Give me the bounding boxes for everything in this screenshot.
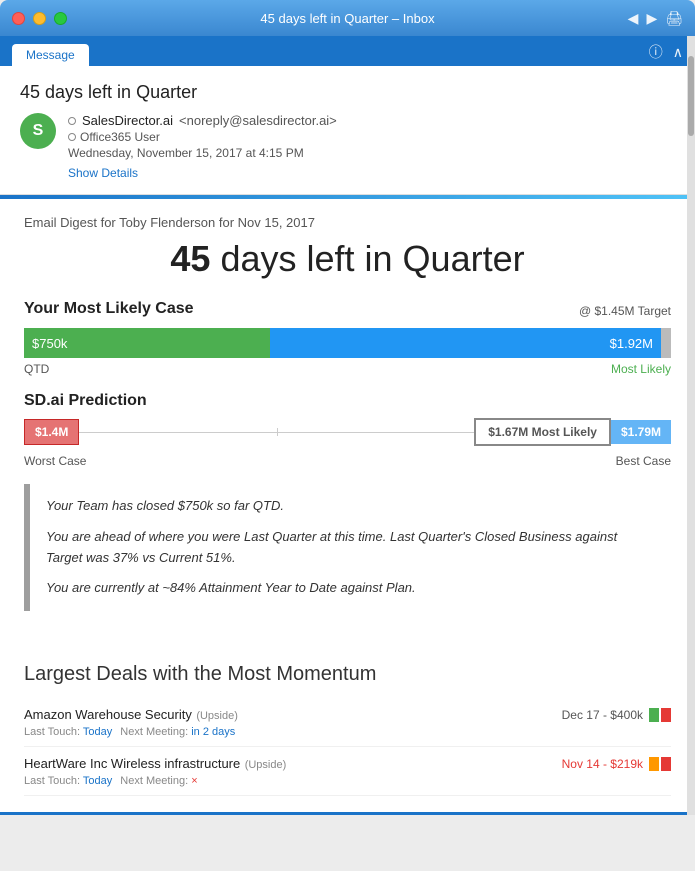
prediction-bar: $1.4M $1.67M Most Likely $1.79M [24, 418, 671, 446]
progress-bar: $750k $1.92M [24, 328, 671, 358]
deal-meta-right: Nov 14 - $219k [562, 757, 671, 771]
org-dot [68, 133, 76, 141]
deal-date-amount: Dec 17 - $400k [562, 708, 643, 722]
email-date: Wednesday, November 15, 2017 at 4:15 PM [68, 146, 675, 160]
deal-bars [649, 757, 671, 771]
deal-date-amount: Nov 14 - $219k [562, 757, 643, 771]
bar-red [661, 708, 671, 722]
expand-icon[interactable]: ∧ [673, 44, 683, 61]
title-bar: 45 days left in Quarter – Inbox ◀ ▶ 🖨 [0, 0, 695, 36]
window-title: 45 days left in Quarter – Inbox [260, 11, 434, 26]
sender-org: Office365 User [68, 130, 675, 144]
deal-meta: Last Touch: Today Next Meeting: in 2 day… [24, 726, 671, 738]
show-details-link[interactable]: Show Details [68, 166, 138, 180]
bar-orange [649, 757, 659, 771]
deal-upside: (Upside) [196, 710, 238, 722]
deal-bars [649, 708, 671, 722]
title-bar-right: ◀ ▶ 🖨 [628, 10, 683, 27]
deal-row-top: HeartWare Inc Wireless infrastructure (U… [24, 755, 671, 773]
prediction-section: SD.ai Prediction $1.4M $1.67M Most Likel… [24, 392, 671, 468]
best-case-label: Best Case [616, 454, 671, 468]
deal-upside: (Upside) [245, 759, 287, 771]
bar-green [649, 708, 659, 722]
deal-row: HeartWare Inc Wireless infrastructure (U… [24, 747, 671, 796]
main-headline: 45 days left in Quarter [24, 238, 671, 280]
sender-info: SalesDirector.ai <noreply@salesdirector.… [68, 113, 675, 182]
next-meeting-link[interactable]: in 2 days [191, 726, 235, 738]
deal-name: Amazon Warehouse Security [24, 707, 192, 722]
bar-red [661, 757, 671, 771]
tab-message[interactable]: Message [12, 44, 89, 66]
text2: You are ahead of where you were Last Qua… [46, 527, 655, 569]
text-block: Your Team has closed $750k so far QTD. Y… [24, 484, 671, 611]
help-icon[interactable]: ⓘ [649, 42, 663, 62]
avatar: S [20, 113, 56, 149]
last-touch-link[interactable]: Today [83, 775, 112, 787]
print-icon[interactable]: 🖨 [665, 10, 683, 27]
pred-most-likely-value: $1.67M Most Likely [474, 418, 611, 446]
maximize-button[interactable] [54, 12, 67, 25]
deal-meta-right: Dec 17 - $400k [562, 708, 671, 722]
headline-number: 45 [170, 238, 210, 279]
pred-labels: Worst Case Best Case [24, 454, 671, 468]
qtd-row: QTD Most Likely [24, 362, 671, 376]
progress-gray [661, 328, 671, 358]
deal-name-wrap: Amazon Warehouse Security (Upside) [24, 706, 238, 724]
qtd-label: QTD [24, 362, 49, 376]
prediction-title: SD.ai Prediction [24, 392, 671, 410]
pred-best-value: $1.79M [611, 420, 671, 444]
most-likely-title: Your Most Likely Case [24, 300, 194, 318]
body-inner: Email Digest for Toby Flenderson for Nov… [0, 199, 695, 647]
tab-bar-right: ⓘ ∧ [649, 42, 683, 66]
deals-section: Largest Deals with the Most Momentum Ama… [0, 647, 695, 812]
progress-green: $750k [24, 328, 270, 358]
close-button[interactable] [12, 12, 25, 25]
next-meeting-x: × [191, 775, 197, 787]
digest-label: Email Digest for Toby Flenderson for Nov… [24, 215, 671, 230]
deal-name-wrap: HeartWare Inc Wireless infrastructure (U… [24, 755, 286, 773]
email-header: 45 days left in Quarter S SalesDirector.… [0, 66, 695, 195]
pred-line [79, 432, 474, 433]
sender-line: SalesDirector.ai <noreply@salesdirector.… [68, 113, 675, 128]
back-icon[interactable]: ◀ [628, 10, 639, 27]
deals-title: Largest Deals with the Most Momentum [24, 663, 671, 686]
window-controls [12, 12, 67, 25]
minimize-button[interactable] [33, 12, 46, 25]
sender-status-dot [68, 117, 76, 125]
most-likely-section: Your Most Likely Case @ $1.45M Target $7… [24, 300, 671, 376]
pred-worst-value: $1.4M [24, 419, 79, 445]
deal-row-top: Amazon Warehouse Security (Upside) Dec 1… [24, 706, 671, 724]
target-label: @ $1.45M Target [579, 304, 671, 318]
tab-bar: Message ⓘ ∧ [0, 36, 695, 66]
deal-row: Amazon Warehouse Security (Upside) Dec 1… [24, 698, 671, 747]
deal-meta: Last Touch: Today Next Meeting: × [24, 775, 671, 787]
deal-name: HeartWare Inc Wireless infrastructure [24, 756, 240, 771]
most-likely-sublabel: Most Likely [611, 362, 671, 376]
progress-blue: $1.92M [270, 328, 661, 358]
last-touch-link[interactable]: Today [83, 726, 112, 738]
text1: Your Team has closed $750k so far QTD. [46, 496, 655, 517]
sender-email: <noreply@salesdirector.ai> [179, 113, 337, 128]
text3: You are currently at ~84% Attainment Yea… [46, 578, 655, 599]
scrollbar-thumb[interactable] [688, 56, 694, 136]
scrollbar[interactable] [687, 36, 695, 815]
email-body: Email Digest for Toby Flenderson for Nov… [0, 195, 695, 815]
email-meta: S SalesDirector.ai <noreply@salesdirecto… [20, 113, 675, 182]
headline-rest: days left in Quarter [210, 238, 524, 279]
sender-name: SalesDirector.ai [82, 113, 173, 128]
email-subject: 45 days left in Quarter [20, 82, 675, 103]
worst-case-label: Worst Case [24, 454, 86, 468]
forward-icon[interactable]: ▶ [646, 10, 657, 27]
